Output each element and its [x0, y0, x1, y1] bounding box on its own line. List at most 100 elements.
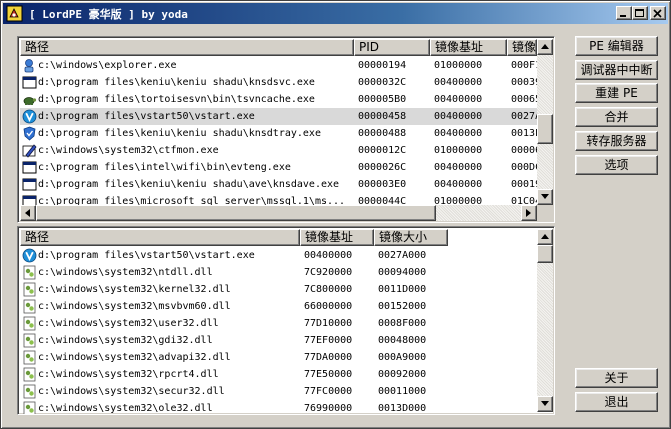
exit-button[interactable]: 退出	[575, 392, 658, 412]
module-row[interactable]: c:\windows\system32\advapi32.dll 77DA0000…	[20, 349, 537, 366]
pen-icon	[22, 144, 37, 158]
globe-user-icon	[24, 59, 34, 73]
cell-size: 00152000	[378, 301, 427, 312]
cell-size: 000F1	[511, 60, 537, 71]
cell-base: 01000000	[434, 145, 483, 156]
cell-size: 00006	[511, 145, 537, 156]
process-row[interactable]: d:\program files\keniu\keniu shadu\ave\k…	[20, 176, 537, 193]
process-list[interactable]: 路径PID镜像基址镜像大 c:\windows\explorer.exe 0000…	[17, 36, 555, 223]
module-row[interactable]: d:\program files\vstart50\vstart.exe 0040…	[20, 247, 537, 264]
title-bar[interactable]: [ LordPE 豪华版 ] by yoda	[3, 3, 668, 24]
about-button[interactable]: 关于	[575, 368, 658, 388]
close-button[interactable]	[650, 6, 666, 20]
scroll-thumb[interactable]	[537, 245, 553, 263]
merge-button[interactable]: 合并	[575, 107, 658, 127]
process-row[interactable]: d:\program files\keniu\keniu shadu\knsdt…	[20, 125, 537, 142]
window-app-icon	[22, 76, 37, 89]
arrow-left-icon	[25, 209, 30, 217]
column-header-path[interactable]: 路径	[20, 229, 300, 246]
cell-size: 000A9000	[378, 352, 427, 363]
cell-pid: 000003E0	[358, 179, 407, 190]
module-row[interactable]: c:\windows\system32\msvbvm60.dll 66000000…	[20, 298, 537, 315]
process-row[interactable]: d:\program files\keniu\keniu shadu\knsds…	[20, 74, 537, 91]
cell-base: 00400000	[434, 77, 483, 88]
vstart-icon	[22, 248, 37, 263]
cell-path: d:\program files\tortoisesvn\bin\tsvncac…	[20, 91, 354, 108]
cell-size: 00048000	[378, 335, 427, 346]
cell-base: 00400000	[304, 250, 353, 261]
minimize-button[interactable]	[616, 6, 632, 20]
scroll-thumb[interactable]	[36, 205, 436, 221]
scrollbar-corner	[537, 205, 553, 221]
arrow-up-icon	[541, 44, 549, 49]
column-header-base[interactable]: 镜像基址	[300, 229, 374, 246]
module-row[interactable]: c:\windows\system32\ntdll.dll 7C920000 000…	[20, 264, 537, 281]
dll-icon	[23, 384, 36, 399]
scroll-right-button[interactable]	[521, 205, 537, 221]
maximize-icon	[635, 9, 644, 17]
cell-pid: 0000012C	[358, 145, 407, 156]
process-horizontal-scrollbar[interactable]	[20, 205, 537, 221]
scroll-thumb[interactable]	[537, 114, 553, 144]
cell-base: 7C920000	[304, 267, 353, 278]
cell-base: 00400000	[430, 108, 507, 125]
cell-size: 000DC	[511, 162, 537, 173]
cell-path: c:\windows\system32\gdi32.dll	[20, 332, 300, 349]
column-header-size[interactable]: 镜像大	[507, 39, 537, 56]
column-header-size[interactable]: 镜像大小	[374, 229, 448, 246]
module-list[interactable]: 路径 镜像基址 镜像大小 d:\program files\vstart50\vst…	[17, 226, 555, 415]
dump-server-button[interactable]: 转存服务器	[575, 131, 658, 151]
process-vertical-scrollbar[interactable]	[537, 39, 553, 205]
cell-base: 00400000	[434, 179, 483, 190]
column-header-base[interactable]: 镜像基址	[430, 39, 507, 56]
pe-editor-button[interactable]: PE 编辑器	[575, 36, 658, 56]
column-header-path[interactable]: 路径	[20, 39, 354, 56]
module-row[interactable]: c:\windows\system32\secur32.dll 77FC0000 0…	[20, 383, 537, 400]
cell-path: d:\program files\vstart50\vstart.exe	[20, 108, 354, 125]
scroll-down-button[interactable]	[537, 189, 553, 205]
module-row[interactable]: c:\windows\system32\kernel32.dll 7C800000…	[20, 281, 537, 298]
module-row[interactable]: c:\windows\system32\ole32.dll 76990000 001…	[20, 400, 537, 414]
column-header-pid[interactable]: PID	[354, 39, 430, 56]
cell-path: c:\windows\explorer.exe	[20, 57, 354, 74]
process-row[interactable]: c:\program files\intel\wifi\bin\evteng.e…	[20, 159, 537, 176]
cell-size: 0013E	[511, 128, 537, 139]
arrow-up-icon	[541, 234, 549, 239]
cell-size: 00011000	[378, 386, 427, 397]
shield-icon	[23, 126, 36, 141]
cell-path: c:\windows\system32\user32.dll	[20, 315, 300, 332]
rebuild-pe-button[interactable]: 重建 PE	[575, 83, 658, 103]
cell-base: 77DA0000	[304, 352, 353, 363]
scroll-up-button[interactable]	[537, 39, 553, 55]
process-row[interactable]: d:\program files\tortoisesvn\bin\tsvncac…	[20, 91, 537, 108]
cell-base: 77D10000	[304, 318, 353, 329]
scroll-left-button[interactable]	[20, 205, 36, 221]
cell-size: 0011D000	[378, 284, 427, 295]
cell-pid: 0000032C	[358, 77, 407, 88]
window-title: [ LordPE 豪华版 ] by yoda	[29, 8, 188, 21]
scroll-up-button[interactable]	[537, 229, 553, 245]
cell-pid: 000005B0	[358, 94, 407, 105]
module-row[interactable]: c:\windows\system32\user32.dll 77D10000 00…	[20, 315, 537, 332]
scroll-down-button[interactable]	[537, 396, 553, 412]
cell-base: 77FC0000	[304, 386, 353, 397]
process-row[interactable]: d:\program files\vstart50\vstart.exe 0000…	[20, 108, 537, 125]
debugger-break-button[interactable]: 调试器中中断	[575, 60, 658, 80]
cell-path: c:\windows\system32\rpcrt4.dll	[20, 366, 300, 383]
module-vertical-scrollbar[interactable]	[537, 229, 553, 412]
dll-icon	[23, 282, 36, 297]
dll-icon	[23, 299, 36, 314]
cell-base: 77EF0000	[304, 335, 353, 346]
cell-path: c:\windows\system32\ctfmon.exe	[20, 142, 354, 159]
cell-base: 00400000	[434, 128, 483, 139]
module-row[interactable]: c:\windows\system32\rpcrt4.dll 77E50000 00…	[20, 366, 537, 383]
process-row[interactable]: c:\windows\explorer.exe 00000194 01000000 0…	[20, 57, 537, 74]
options-button[interactable]: 选项	[575, 155, 658, 175]
module-row[interactable]: c:\windows\system32\gdi32.dll 77EF0000 000…	[20, 332, 537, 349]
turtle-icon	[23, 97, 37, 105]
process-row[interactable]: c:\windows\system32\ctfmon.exe 0000012C 01…	[20, 142, 537, 159]
maximize-button[interactable]	[632, 6, 648, 20]
cell-base: 77E50000	[304, 369, 353, 380]
cell-path: c:\windows\system32\advapi32.dll	[20, 349, 300, 366]
cell-path: d:\program files\keniu\keniu shadu\knsdt…	[20, 125, 354, 142]
